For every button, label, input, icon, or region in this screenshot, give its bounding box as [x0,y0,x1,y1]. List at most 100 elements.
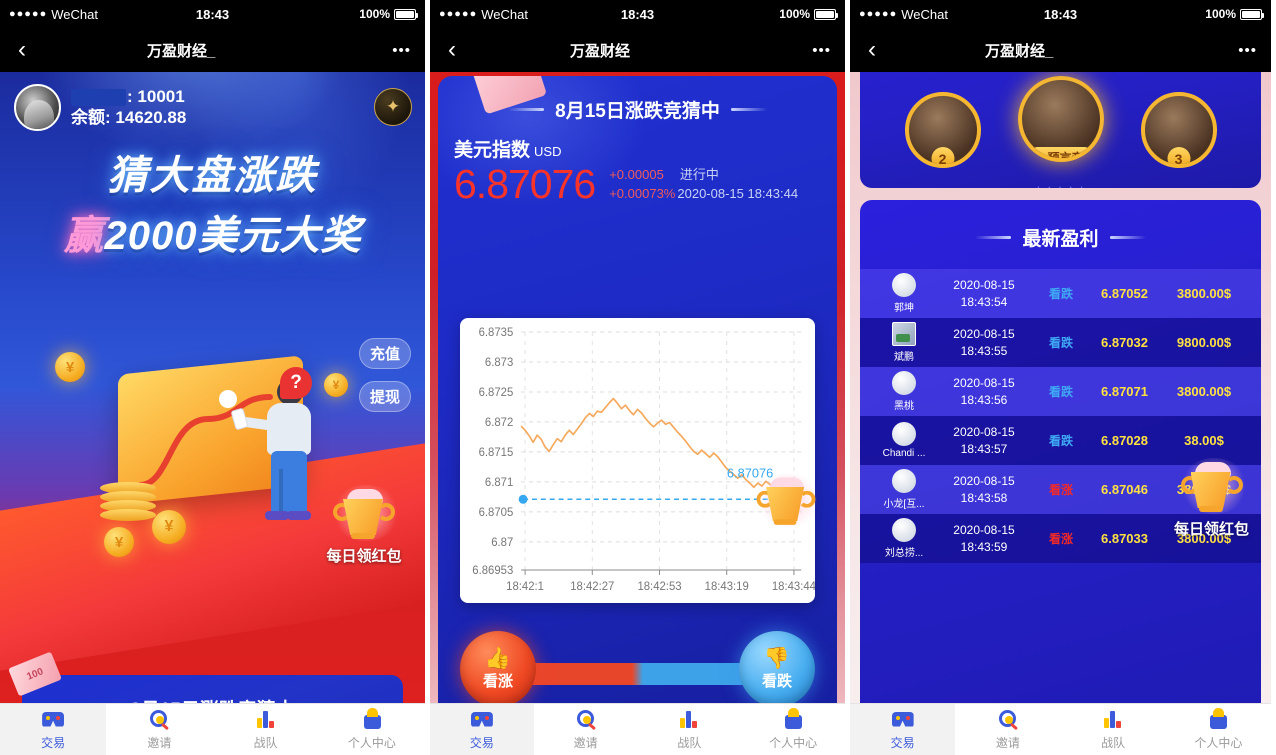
signal-dots-icon: ●●●●● [859,8,898,20]
tab-team[interactable]: 战队 [638,704,742,755]
profit-timestamp: 2020-08-15 18:43:57 [953,425,1015,456]
rank-item[interactable]: 2★★★★★中7005 [898,92,988,188]
more-options-icon[interactable]: ••• [812,42,831,59]
status-left: ●●●●● WeChat [9,7,98,22]
status-bar: ●●●●● WeChat 18:43 100% [0,0,425,28]
vote-up-label: 看涨 [482,672,513,690]
profit-direction: 看跌 [1048,287,1073,301]
withdraw-button[interactable]: 提现 [359,381,411,412]
profile-bag-icon [360,707,384,731]
rank-badge: 2 [931,147,954,164]
tab-invite[interactable]: 邀请 [955,704,1060,755]
profit-row[interactable]: 郭坤 2020-08-15 18:43:54 看跌 6.87052 3800.00$ [860,269,1261,318]
back-button[interactable]: ‹ [0,38,44,62]
price-chart-svg: 6.8735 6.873 6.8725 6.872 6.8715 6.871 6.8705 6… [472,327,815,593]
user-info-bar: : 10001 余额: 14620.88 ✦ [0,72,425,131]
hero-line-2-highlight: 赢 [63,214,105,258]
title-dash-right [730,108,767,111]
daily-redpacket-button[interactable]: 每日领红包 [309,485,419,566]
svg-text:18:42:27: 18:42:27 [570,581,614,593]
question-bubble-icon: ? [280,367,312,399]
gold-coin-icon[interactable]: ✦ [374,88,412,126]
profit-timestamp: 2020-08-15 18:43:56 [953,376,1015,407]
profit-row[interactable]: 斌鹏 2020-08-15 18:43:55 看跌 6.87032 9800.00$ [860,318,1261,367]
profit-username: 小龙[互... [883,499,925,510]
profit-username: 斌鹏 [894,352,914,363]
profit-avatar [892,422,916,446]
balance-row: 余额: 14620.88 [71,108,186,129]
title-dash-left [975,236,1012,239]
vote-down-button[interactable]: 👎 看跌 [739,631,815,707]
rank-badge: 3 [1167,147,1190,164]
daily-redpacket-label: 每日领红包 [326,548,402,565]
tab-trade[interactable]: 交易 [0,704,107,755]
more-options-icon[interactable]: ••• [392,42,411,59]
rank-stars: ★★★★★ [1016,184,1106,188]
daily-redpacket-label: 每日领红包 [1173,521,1249,538]
illustration-coin-3: ¥ [104,527,134,557]
profit-timestamp: 2020-08-15 18:43:55 [953,327,1015,358]
phone-screen-home: ●●●●● WeChat 18:43 100% ‹ 万盈财经_ ••• : 10… [0,0,425,755]
rank-item[interactable]: 3★★★★★中6896 [1134,92,1224,188]
trophy-cup-icon [1175,458,1249,520]
tab-team-label: 战队 [677,735,702,750]
phone-screen-guess: ●●●●● WeChat 18:43 100% ‹ 万盈财经 ••• 100 8… [430,0,845,755]
search-invite-icon [147,709,171,731]
carrier-label: WeChat [901,6,948,22]
recharge-button[interactable]: 充值 [359,338,411,369]
illustration-coin-1: ¥ [55,352,85,382]
svg-text:6.86953: 6.86953 [472,565,513,577]
svg-text:18:43:44: 18:43:44 [772,581,815,593]
rank-item[interactable]: 1 预言帝★★★★★中8028 [1016,76,1106,188]
hero-line-2: 赢2000美元大奖 [0,203,425,261]
status-bar: ●●●●● WeChat 18:43 100% [850,0,1271,28]
back-button[interactable]: ‹ [850,38,894,62]
tab-invite[interactable]: 邀请 [106,704,212,755]
tab-profile[interactable]: 个人中心 [1166,704,1271,755]
tab-profile[interactable]: 个人中心 [741,704,845,755]
guess-content: 100 8月15日涨跌竞猜中 美元指数USD 6.87076 [430,72,845,755]
tab-team[interactable]: 战队 [1061,704,1166,755]
status-right: 100% [1205,7,1264,21]
more-options-icon[interactable]: ••• [1238,42,1257,59]
guess-card-header: 8月15日涨跌竞猜中 [438,76,837,123]
tab-team-label: 战队 [253,735,278,750]
price-chart[interactable]: 6.8735 6.873 6.8725 6.872 6.8715 6.871 6.8705 6… [460,318,822,603]
tab-trade-label: 交易 [890,735,915,750]
tab-bar: 交易 邀请 战队 个人中心 [850,703,1271,755]
trophy-cup-icon [751,473,822,533]
svg-text:6.8735: 6.8735 [479,327,514,339]
vote-up-button[interactable]: 👍 看涨 [460,631,536,707]
quote-timestamp: 2020-08-15 18:43:44 [677,186,799,201]
svg-text:6.8725: 6.8725 [479,387,514,399]
quote-change-pct: +0.00073% [609,186,676,201]
rank-avatar: 3 [1140,92,1217,168]
tab-profile[interactable]: 个人中心 [319,704,425,755]
profile-bag-icon [1206,707,1230,731]
search-invite-icon [574,709,598,731]
team-bars-icon [1101,709,1125,731]
profit-row[interactable]: 黑桃 2020-08-15 18:43:56 看跌 6.87071 3800.00$ [860,367,1261,416]
profit-timestamp: 2020-08-15 18:43:54 [953,278,1015,309]
avatar[interactable] [14,84,61,131]
chart-trophy-decor [749,473,823,534]
quote-index-name: 美元指数 [454,140,531,161]
profit-amount: 38.00$ [1184,433,1224,448]
rank-badge: 1 预言帝 [1028,147,1093,158]
profit-row[interactable]: Chandi ... 2020-08-15 18:43:57 看跌 6.87028 38.… [860,416,1261,465]
profit-username: Chandi ... [882,448,926,459]
tab-trade[interactable]: 交易 [430,704,534,755]
page-title: 万盈财经_ [147,42,216,60]
team-bars-icon [677,709,701,731]
back-button[interactable]: ‹ [430,38,474,62]
svg-text:6.873: 6.873 [485,357,513,369]
hero-line-2-rest: 2000美元大奖 [104,214,362,258]
tab-trade[interactable]: 交易 [850,704,956,755]
tab-invite[interactable]: 邀请 [534,704,638,755]
vote-down-label: 看跌 [761,672,792,690]
tab-profile-label: 个人中心 [1194,735,1243,750]
user-id-label: : [127,87,133,106]
tab-team[interactable]: 战队 [213,704,319,755]
daily-redpacket-button[interactable]: 每日领红包 [1154,458,1269,539]
page-title: 万盈财经 [570,42,631,60]
